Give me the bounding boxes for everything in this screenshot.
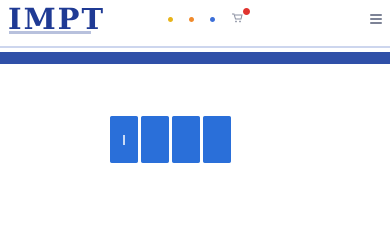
code-digit-2[interactable] [141, 116, 169, 163]
code-digit-4[interactable] [203, 116, 231, 163]
logo-underline [9, 31, 91, 34]
nav-item-2[interactable] [189, 16, 197, 22]
verification-page: IMPT [0, 0, 390, 250]
code-digit-1[interactable] [110, 116, 138, 163]
site-logo[interactable]: IMPT [8, 4, 105, 34]
header-divider [0, 46, 390, 48]
cart-icon [231, 13, 243, 25]
verification-code-inputs [110, 116, 231, 163]
nav-item-1[interactable] [168, 16, 176, 22]
orange-dot-icon [189, 16, 194, 22]
text-cursor-icon [123, 134, 125, 145]
cart-badge [243, 8, 250, 15]
brand-band [0, 52, 390, 64]
site-header: IMPT [0, 0, 390, 46]
yellow-dot-icon [168, 16, 173, 22]
header-nav [168, 8, 250, 25]
blue-dot-icon [210, 16, 215, 22]
nav-item-3[interactable] [210, 16, 218, 22]
hamburger-menu-icon[interactable] [370, 14, 382, 24]
code-digit-3[interactable] [172, 116, 200, 163]
cart-button[interactable] [231, 8, 250, 25]
